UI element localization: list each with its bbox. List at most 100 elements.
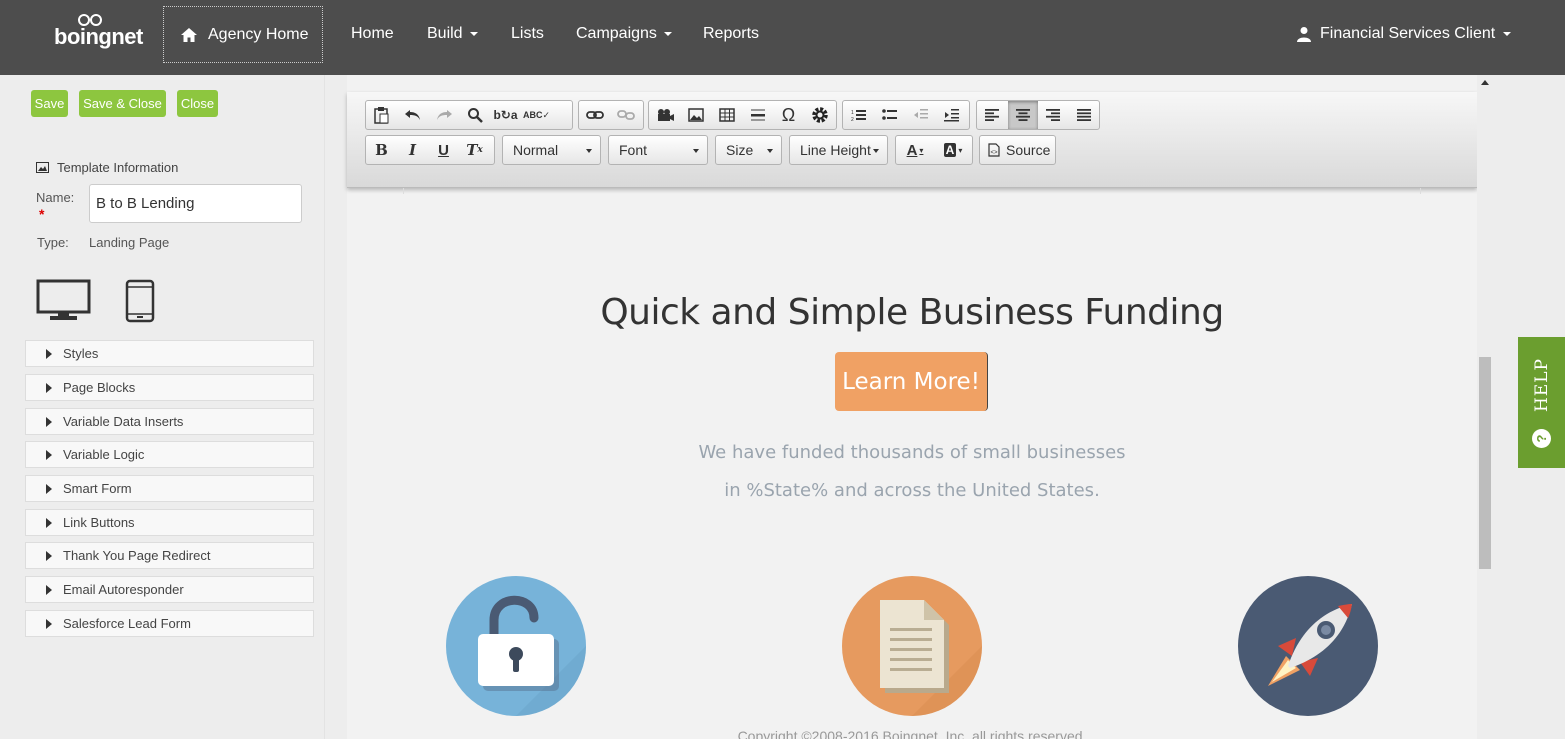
desktop-view-icon[interactable] <box>36 279 91 321</box>
section-label: Page Blocks <box>63 380 136 395</box>
bullet-list-icon[interactable] <box>874 101 905 129</box>
chevron-down-icon <box>663 31 672 36</box>
close-button[interactable]: Close <box>177 90 218 117</box>
link-icon[interactable] <box>579 101 610 129</box>
italic-icon[interactable]: I <box>397 136 428 164</box>
align-center-icon[interactable] <box>1007 101 1038 129</box>
nav-home[interactable]: Home <box>351 0 394 67</box>
align-right-icon[interactable] <box>1038 101 1069 129</box>
horizontal-line-icon[interactable] <box>742 101 773 129</box>
indent-icon[interactable] <box>936 101 967 129</box>
nav-campaigns[interactable]: Campaigns <box>576 0 672 67</box>
toolbar-group-colors: A ▾ A ▾ <box>895 135 973 165</box>
scrollbar-thumb[interactable] <box>1479 357 1491 569</box>
nav-build-label: Build <box>427 24 463 42</box>
section-variable-logic[interactable]: Variable Logic <box>25 441 314 468</box>
line-height-select[interactable]: Line Height <box>789 135 888 165</box>
editor-scrollbar[interactable] <box>1477 75 1493 739</box>
font-select-value: Font <box>619 142 648 158</box>
section-smart-form[interactable]: Smart Form <box>25 475 314 502</box>
top-navbar: boingnet Agency Home Home Build Lists Ca… <box>0 0 1565 75</box>
font-select[interactable]: Font <box>608 135 708 165</box>
section-variable-data-inserts[interactable]: Variable Data Inserts <box>25 408 314 435</box>
replace-icon[interactable]: b↻a <box>490 101 521 129</box>
caret-right-icon <box>46 517 52 528</box>
subtext-line-2[interactable]: in %State% and across the United States. <box>347 480 1477 501</box>
caret-right-icon <box>46 618 52 629</box>
format-select[interactable]: Normal <box>502 135 601 165</box>
user-name: Financial Services Client <box>1320 24 1496 42</box>
paste-icon[interactable] <box>366 101 397 129</box>
boingnet-logo[interactable]: boingnet <box>54 14 144 50</box>
clear-format-icon[interactable]: Tx <box>459 136 490 164</box>
spellcheck-icon[interactable]: ABC✓ <box>521 101 552 129</box>
document-feature-icon[interactable] <box>842 576 982 716</box>
help-label: HELP <box>1531 358 1552 412</box>
nav-build[interactable]: Build <box>427 0 478 67</box>
toolbar-group-insert: Ω <box>648 100 837 130</box>
scroll-up-arrow-icon[interactable] <box>1481 80 1489 85</box>
align-left-icon[interactable] <box>977 101 1008 129</box>
size-select-value: Size <box>726 142 754 158</box>
caret-right-icon <box>46 348 52 359</box>
toolbar-group-links <box>578 100 644 130</box>
type-value: Landing Page <box>89 235 170 250</box>
section-label: Link Buttons <box>63 515 135 530</box>
section-salesforce-lead-form[interactable]: Salesforce Lead Form <box>25 610 314 637</box>
rocket-feature-icon[interactable] <box>1238 576 1378 716</box>
nav-reports[interactable]: Reports <box>703 0 759 67</box>
section-label: Variable Data Inserts <box>63 414 184 429</box>
section-email-autoresponder[interactable]: Email Autoresponder <box>25 576 314 603</box>
copyright-text: Copyright ©2008-2016 Boingnet, Inc. all … <box>737 728 1087 739</box>
numbered-list-icon[interactable]: 12 <box>843 101 874 129</box>
learn-more-button[interactable]: Learn More! <box>835 352 988 411</box>
question-icon: ? <box>1532 429 1551 448</box>
video-icon[interactable] <box>649 101 680 129</box>
find-icon[interactable] <box>459 101 490 129</box>
section-page-blocks[interactable]: Page Blocks <box>25 374 314 401</box>
chevron-down-icon <box>586 149 592 153</box>
bold-icon[interactable]: B <box>366 136 397 164</box>
size-select[interactable]: Size <box>715 135 782 165</box>
nav-home-label: Home <box>351 24 394 42</box>
align-justify-icon[interactable] <box>1069 101 1100 129</box>
editor-canvas[interactable]: b↻a ABC✓ Ω 1 2 B I U T x Normal Font Siz… <box>347 75 1477 739</box>
unlink-icon[interactable] <box>610 101 641 129</box>
line-height-select-value: Line Height <box>800 142 871 158</box>
format-select-value: Normal <box>513 142 559 158</box>
section-link-buttons[interactable]: Link Buttons <box>25 509 314 536</box>
help-tab[interactable]: HELP ? <box>1518 337 1565 468</box>
mobile-view-icon[interactable] <box>125 279 155 323</box>
section-thank-you-redirect[interactable]: Thank You Page Redirect <box>25 542 314 569</box>
background-color-icon[interactable]: A ▾ <box>934 136 972 164</box>
template-info-title: Template Information <box>57 160 179 175</box>
special-char-icon[interactable]: Ω <box>773 101 804 129</box>
save-close-button[interactable]: Save & Close <box>79 90 166 117</box>
nav-lists[interactable]: Lists <box>511 0 544 67</box>
gear-icon[interactable] <box>804 101 835 129</box>
chevron-down-icon <box>469 31 478 36</box>
svg-text:<>: <> <box>991 150 999 156</box>
section-styles[interactable]: Styles <box>25 340 314 367</box>
name-label: Name: <box>36 190 75 205</box>
subtext-line-1[interactable]: We have funded thousands of small busine… <box>347 442 1477 463</box>
template-info-heading: Template Information <box>36 160 178 175</box>
table-icon[interactable] <box>711 101 742 129</box>
svg-text:2: 2 <box>851 117 854 122</box>
redo-icon[interactable] <box>428 101 459 129</box>
save-button[interactable]: Save <box>31 90 68 117</box>
editor-toolbar: b↻a ABC✓ Ω 1 2 B I U T x Normal Font Siz… <box>347 92 1477 188</box>
page-headline[interactable]: Quick and Simple Business Funding <box>347 292 1477 333</box>
outdent-icon[interactable] <box>905 101 936 129</box>
image-insert-icon[interactable] <box>680 101 711 129</box>
content-frame-top <box>403 188 1421 194</box>
template-name-input[interactable] <box>89 184 302 223</box>
underline-icon[interactable]: U <box>428 136 459 164</box>
source-button[interactable]: <> Source <box>979 135 1056 165</box>
nav-reports-label: Reports <box>703 24 760 42</box>
text-color-icon[interactable]: A ▾ <box>896 136 934 164</box>
undo-icon[interactable] <box>397 101 428 129</box>
unlock-feature-icon[interactable] <box>446 576 586 716</box>
user-menu[interactable]: Financial Services Client <box>1296 0 1512 67</box>
agency-home-link[interactable]: Agency Home <box>163 6 323 63</box>
